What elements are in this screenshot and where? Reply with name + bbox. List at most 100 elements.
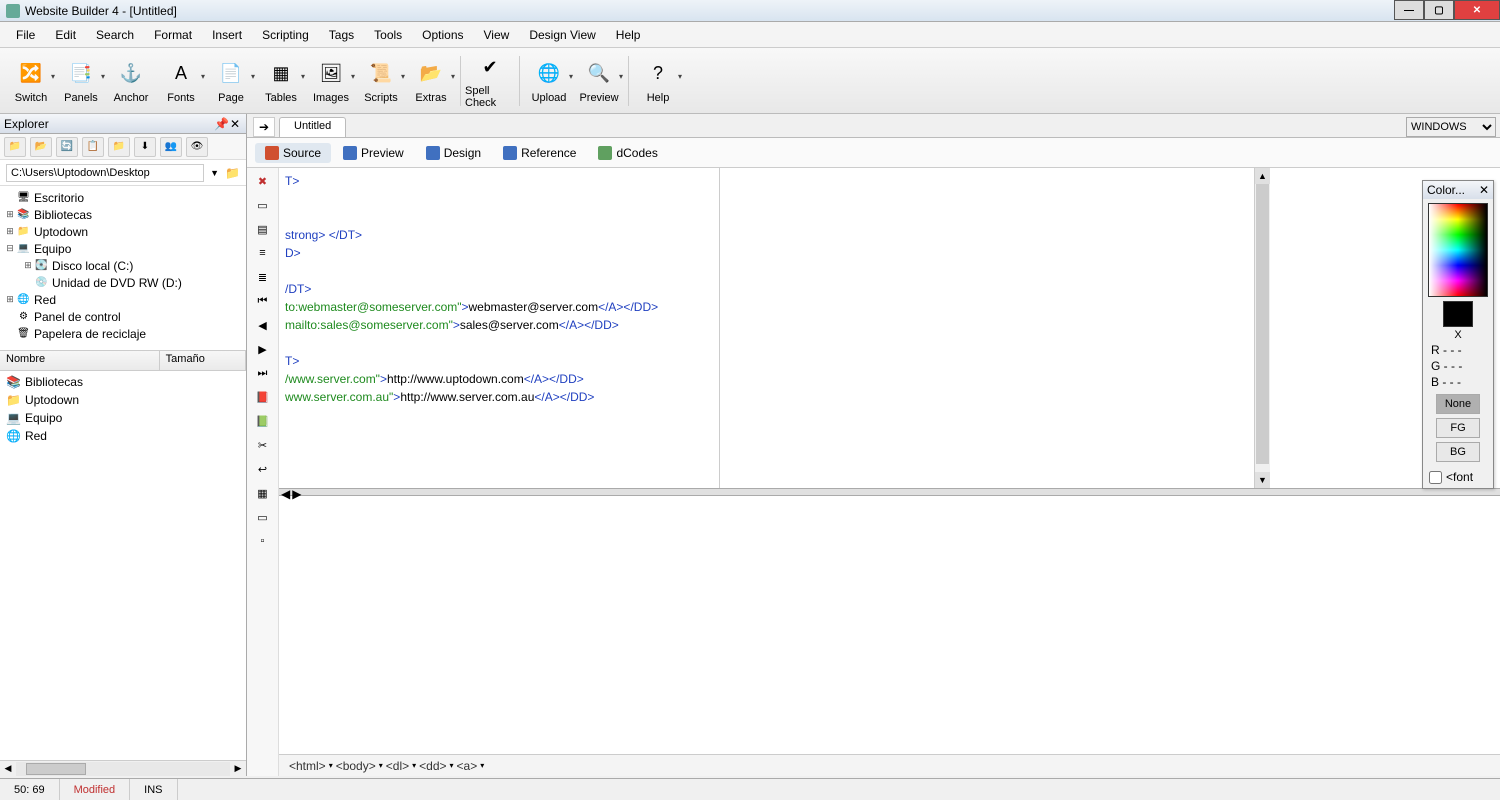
dropdown-icon[interactable]: ▼ xyxy=(210,168,219,178)
exp-btn-7[interactable]: 👥 xyxy=(160,137,182,157)
scroll-track[interactable] xyxy=(16,762,230,776)
breadcrumb-tag[interactable]: <a> xyxy=(457,759,478,773)
tree-item[interactable]: ⊞📚Bibliotecas xyxy=(2,206,244,223)
gutter-first-icon[interactable]: ⏮ xyxy=(253,292,273,310)
gutter-btn-16[interactable]: ▫ xyxy=(253,532,273,550)
scroll-right-icon[interactable]: ▶ xyxy=(230,763,246,774)
gutter-btn-14[interactable]: ▦ xyxy=(253,484,273,502)
gutter-close-icon[interactable]: ✖ xyxy=(253,172,273,190)
document-tab[interactable]: Untitled xyxy=(279,117,346,137)
bg-button[interactable]: BG xyxy=(1436,442,1480,462)
file-item[interactable]: 🌐Red xyxy=(2,427,244,445)
tree-twist-icon[interactable]: ⊞ xyxy=(4,226,16,237)
breadcrumb-tag[interactable]: <dl> xyxy=(386,759,409,773)
gutter-btn-3[interactable]: ▤ xyxy=(253,220,273,238)
hscroll-right-icon[interactable]: ▶ xyxy=(292,487,301,501)
menu-view[interactable]: View xyxy=(476,26,518,44)
view-tab-dcodes[interactable]: dCodes xyxy=(588,143,667,163)
breadcrumb-arrow-icon[interactable]: ▾ xyxy=(480,761,484,770)
toolbar-images-button[interactable]: 🖼▾Images xyxy=(306,53,356,109)
tree-item[interactable]: 🖥Escritorio xyxy=(2,189,244,206)
code-vscroll[interactable]: ▲ ▼ xyxy=(1254,168,1270,488)
gutter-last-icon[interactable]: ⏭ xyxy=(253,364,273,382)
scroll-left-icon[interactable]: ◀ xyxy=(0,763,16,774)
gutter-btn-5[interactable]: ≣ xyxy=(253,268,273,286)
code-editor[interactable]: T> strong> </DT>D> /DT>to:webmaster@some… xyxy=(279,168,1500,410)
explorer-hscroll[interactable]: ◀ ▶ xyxy=(0,760,246,776)
exp-btn-1[interactable]: 📁 xyxy=(4,137,26,157)
color-swatch[interactable] xyxy=(1443,301,1473,327)
toolbar-spell-check-button[interactable]: ✔Spell Check xyxy=(465,53,515,109)
menu-scripting[interactable]: Scripting xyxy=(254,26,317,44)
tree-item[interactable]: ⊞📁Uptodown xyxy=(2,223,244,240)
toolbar-panels-button[interactable]: 📑▾Panels xyxy=(56,53,106,109)
toolbar-upload-button[interactable]: 🌐▾Upload xyxy=(524,53,574,109)
menu-tags[interactable]: Tags xyxy=(321,26,362,44)
tree-item[interactable]: 🗑Papelera de reciclaje xyxy=(2,325,244,342)
tree-twist-icon[interactable]: ⊞ xyxy=(22,260,34,271)
split-handle[interactable]: ◀▶ xyxy=(279,488,1500,496)
gutter-prev-icon[interactable]: ◀ xyxy=(253,316,273,334)
exp-btn-8[interactable]: 👁 xyxy=(186,137,208,157)
menu-insert[interactable]: Insert xyxy=(204,26,250,44)
encoding-select[interactable]: WINDOWS xyxy=(1406,117,1496,137)
exp-btn-3[interactable]: 🔄 xyxy=(56,137,78,157)
tree-item[interactable]: ⚙Panel de control xyxy=(2,308,244,325)
nav-back-icon[interactable]: ➔ xyxy=(253,117,275,137)
fg-button[interactable]: FG xyxy=(1436,418,1480,438)
view-tab-source[interactable]: Source xyxy=(255,143,331,163)
breadcrumb-arrow-icon[interactable]: ▾ xyxy=(450,761,454,770)
go-folder-icon[interactable]: 📁 xyxy=(225,166,240,180)
pin-icon[interactable]: 📌 xyxy=(214,117,228,131)
font-checkbox[interactable]: <font xyxy=(1423,466,1493,488)
menu-format[interactable]: Format xyxy=(146,26,200,44)
toolbar-preview-button[interactable]: 🔍▾Preview xyxy=(574,53,624,109)
path-input[interactable] xyxy=(6,164,204,182)
color-panel-close-icon[interactable]: ✕ xyxy=(1479,183,1489,197)
toolbar-anchor-button[interactable]: ⚓Anchor xyxy=(106,53,156,109)
toolbar-tables-button[interactable]: ▦▾Tables xyxy=(256,53,306,109)
tree-item[interactable]: 💿Unidad de DVD RW (D:) xyxy=(2,274,244,291)
gutter-btn-12[interactable]: ✂ xyxy=(253,436,273,454)
toolbar-page-button[interactable]: 📄▾Page xyxy=(206,53,256,109)
toolbar-fonts-button[interactable]: A▾Fonts xyxy=(156,53,206,109)
gutter-btn-15[interactable]: ▭ xyxy=(253,508,273,526)
exp-btn-5[interactable]: 📁 xyxy=(108,137,130,157)
gutter-btn-10[interactable]: 📕 xyxy=(253,388,273,406)
tree-twist-icon[interactable]: ⊞ xyxy=(4,209,16,220)
file-item[interactable]: 💻Equipo xyxy=(2,409,244,427)
menu-help[interactable]: Help xyxy=(608,26,649,44)
toolbar-switch-button[interactable]: 🔀▾Switch xyxy=(6,53,56,109)
scroll-thumb[interactable] xyxy=(26,763,86,775)
breadcrumb-tag[interactable]: <body> xyxy=(336,759,376,773)
tree-twist-icon[interactable]: ⊞ xyxy=(4,294,16,305)
file-item[interactable]: 📚Bibliotecas xyxy=(2,373,244,391)
tree-item[interactable]: ⊟💻Equipo xyxy=(2,240,244,257)
breadcrumb-tag[interactable]: <dd> xyxy=(419,759,446,773)
hscroll-left-icon[interactable]: ◀ xyxy=(281,487,290,501)
folder-tree[interactable]: 🖥Escritorio⊞📚Bibliotecas⊞📁Uptodown⊟💻Equi… xyxy=(0,186,246,351)
toolbar-scripts-button[interactable]: 📜▾Scripts xyxy=(356,53,406,109)
col-name[interactable]: Nombre xyxy=(0,351,160,370)
color-spectrum[interactable] xyxy=(1428,203,1488,297)
tree-twist-icon[interactable]: ⊟ xyxy=(4,243,16,254)
gutter-btn-11[interactable]: 📗 xyxy=(253,412,273,430)
breadcrumb-arrow-icon[interactable]: ▾ xyxy=(379,761,383,770)
exp-btn-2[interactable]: 📂 xyxy=(30,137,52,157)
toolbar-extras-button[interactable]: 📂▾Extras xyxy=(406,53,456,109)
scroll-down-icon[interactable]: ▼ xyxy=(1255,472,1270,488)
menu-options[interactable]: Options xyxy=(414,26,471,44)
scroll-up-icon[interactable]: ▲ xyxy=(1255,168,1270,184)
gutter-btn-4[interactable]: ≡ xyxy=(253,244,273,262)
menu-search[interactable]: Search xyxy=(88,26,142,44)
exp-btn-6[interactable]: ⬇ xyxy=(134,137,156,157)
menu-edit[interactable]: Edit xyxy=(47,26,84,44)
font-checkbox-input[interactable] xyxy=(1429,471,1442,484)
breadcrumb-arrow-icon[interactable]: ▾ xyxy=(329,761,333,770)
toolbar-help-button[interactable]: ?▾Help xyxy=(633,53,683,109)
vscroll-thumb[interactable] xyxy=(1256,184,1269,464)
tree-item[interactable]: ⊞💽Disco local (C:) xyxy=(2,257,244,274)
breadcrumb-arrow-icon[interactable]: ▾ xyxy=(412,761,416,770)
gutter-btn-13[interactable]: ↩ xyxy=(253,460,273,478)
breadcrumb-tag[interactable]: <html> xyxy=(289,759,326,773)
